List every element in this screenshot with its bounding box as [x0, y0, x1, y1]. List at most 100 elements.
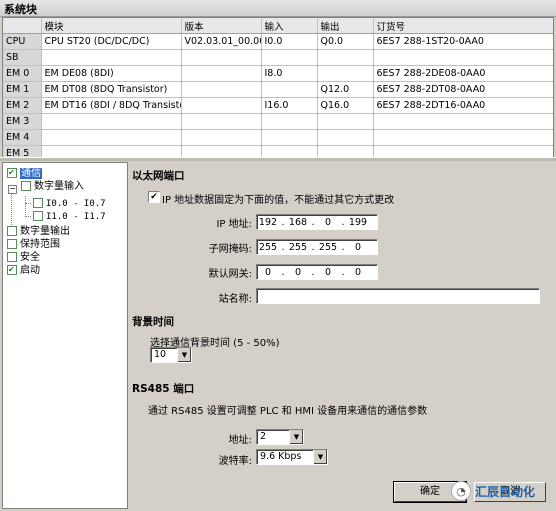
settings-panel: 以太网端口 ✔ IP 地址数据固定为下面的值，不能通过其它方式更改 IP 地址:…: [128, 162, 554, 507]
station-name-label: 站名称:: [218, 294, 252, 305]
table-row[interactable]: EM 3: [3, 113, 553, 130]
rs485-description: 通过 RS485 设置可调整 PLC 和 HMI 设备用来通信的通信参数: [148, 406, 428, 417]
background-time-title: 背景时间: [132, 316, 174, 328]
table-cell[interactable]: [317, 129, 374, 146]
fixed-ip-label: IP 地址数据固定为下面的值，不能通过其它方式更改: [162, 195, 395, 206]
tree-item-retentive[interactable]: 保持范围: [7, 238, 60, 251]
table-row[interactable]: EM 2 EM DT16 (8DI / 8DQ Transistor) I16.0 Q…: [3, 97, 553, 114]
tree-item-i0[interactable]: I0.0 - I0.7: [33, 197, 106, 210]
splitter[interactable]: [0, 157, 556, 161]
chevron-down-icon[interactable]: ▼: [177, 348, 191, 362]
table-cell[interactable]: [317, 49, 374, 66]
table-cell[interactable]: EM DT08 (8DQ Transistor): [41, 81, 182, 98]
table-cell[interactable]: EM DT16 (8DI / 8DQ Transistor): [41, 97, 182, 114]
check-icon: [7, 239, 17, 249]
wechat-icon: ◔: [451, 481, 471, 501]
check-icon: [7, 226, 17, 236]
table-cell[interactable]: [41, 113, 182, 130]
table-cell[interactable]: Q12.0: [317, 81, 374, 98]
table-row[interactable]: EM 0 EM DE08 (8DI) I8.0 6ES7 288-2DE08-0AA0: [3, 65, 553, 82]
rs485-section-title: RS485 端口: [132, 383, 195, 395]
baud-rate-select[interactable]: 9.6 Kbps ▼: [256, 449, 328, 465]
subnet-label: 子网掩码:: [208, 244, 252, 255]
gateway-field[interactable]: 0. 0. 0. 0: [256, 264, 378, 280]
tree-item-i1[interactable]: I1.0 - I1.7: [33, 210, 106, 223]
check-icon: [7, 252, 17, 262]
baud-rate-label: 波特率:: [218, 456, 252, 467]
table-cell[interactable]: 6ES7 288-2DT16-0AA0: [373, 97, 553, 114]
table-cell[interactable]: [41, 49, 182, 66]
table-header-3: 输入: [261, 18, 318, 34]
table-row[interactable]: EM 1 EM DT08 (8DQ Transistor) Q12.0 6ES7 28…: [3, 81, 553, 98]
tree-item-digital-input[interactable]: 数字量输入: [7, 180, 84, 193]
table-header-2: 版本: [181, 18, 262, 34]
gateway-label: 默认网关:: [208, 269, 252, 280]
table-cell[interactable]: [181, 97, 262, 114]
table-cell[interactable]: [181, 49, 262, 66]
table-cell[interactable]: I0.0: [261, 33, 318, 50]
tree-item-comm[interactable]: 通信: [7, 166, 42, 180]
check-icon: [33, 211, 43, 221]
table-cell[interactable]: [181, 81, 262, 98]
title-bar: 系统块: [0, 0, 556, 17]
table-cell[interactable]: Q16.0: [317, 97, 374, 114]
table-cell[interactable]: I16.0: [261, 97, 318, 114]
table-cell[interactable]: 6ES7 288-2DE08-0AA0: [373, 65, 553, 82]
table-cell[interactable]: [261, 113, 318, 130]
table-cell[interactable]: [181, 65, 262, 82]
background-time-select[interactable]: 10 ▼: [150, 347, 192, 363]
table-cell[interactable]: [317, 113, 374, 130]
station-name-field[interactable]: [256, 288, 540, 304]
table-cell[interactable]: [181, 113, 262, 130]
config-tree: − 通信 数字量输入 I0.0 - I0.7 I1.0 - I1.7 数字量输出…: [2, 162, 128, 509]
slot-cell[interactable]: EM 4: [3, 129, 42, 146]
table-cell[interactable]: [373, 49, 553, 66]
address-select[interactable]: 2 ▼: [256, 429, 304, 445]
ip-address-field[interactable]: 192. 168. 0. 199: [256, 214, 378, 230]
check-icon: [33, 198, 43, 208]
table-header-1: 模块: [41, 18, 182, 34]
table-cell[interactable]: 6ES7 288-1ST20-0AA0: [373, 33, 553, 50]
table-cell[interactable]: [41, 129, 182, 146]
address-label: 地址:: [228, 435, 252, 446]
ip-label: IP 地址:: [216, 219, 252, 230]
table-row[interactable]: SB: [3, 49, 553, 66]
slot-cell[interactable]: CPU: [3, 33, 42, 50]
check-icon: [21, 181, 31, 191]
chevron-down-icon[interactable]: ▼: [313, 450, 327, 464]
table-header-0: [3, 18, 42, 34]
watermark-text: 汇辰自动化: [475, 484, 536, 499]
table-row[interactable]: EM 4: [3, 129, 553, 146]
chevron-down-icon[interactable]: ▼: [289, 430, 303, 444]
watermark: ◔ 汇辰自动化: [451, 481, 535, 501]
table-cell[interactable]: [373, 113, 553, 130]
fixed-ip-checkbox[interactable]: ✔: [148, 191, 160, 203]
slot-cell[interactable]: EM 3: [3, 113, 42, 130]
table-cell[interactable]: EM DE08 (8DI): [41, 65, 182, 82]
slot-cell[interactable]: EM 1: [3, 81, 42, 98]
ethernet-section-title: 以太网端口: [132, 170, 185, 182]
table-cell[interactable]: [261, 49, 318, 66]
table-cell[interactable]: Q0.0: [317, 33, 374, 50]
table-cell[interactable]: V02.03.01_00.00...: [181, 33, 262, 50]
tree-item-digital-output[interactable]: 数字量输出: [7, 225, 70, 238]
table-cell[interactable]: [261, 81, 318, 98]
check-icon: [7, 263, 17, 276]
table-header-4: 输出: [317, 18, 374, 34]
tree-item-startup[interactable]: 启动: [7, 263, 40, 277]
table-cell[interactable]: [261, 129, 318, 146]
slot-cell[interactable]: SB: [3, 49, 42, 66]
check-icon: [7, 166, 17, 179]
slot-cell[interactable]: EM 2: [3, 97, 42, 114]
slot-cell[interactable]: EM 0: [3, 65, 42, 82]
module-table: 模块 版本 输入 输出 订货号 CPU CPU ST20 (DC/DC/DC) V02.03…: [2, 17, 554, 158]
table-cell[interactable]: 6ES7 288-2DT08-0AA0: [373, 81, 553, 98]
table-row[interactable]: CPUCPU ST20 (DC/DC/DC)V02.03.01_00.00...…: [3, 33, 553, 50]
table-cell[interactable]: I8.0: [261, 65, 318, 82]
table-cell[interactable]: [317, 65, 374, 82]
subnet-mask-field[interactable]: 255. 255. 255. 0: [256, 239, 378, 255]
table-cell[interactable]: [373, 129, 553, 146]
table-cell[interactable]: [181, 129, 262, 146]
table-cell[interactable]: CPU ST20 (DC/DC/DC): [41, 33, 182, 50]
window-title: 系统块: [4, 3, 37, 16]
